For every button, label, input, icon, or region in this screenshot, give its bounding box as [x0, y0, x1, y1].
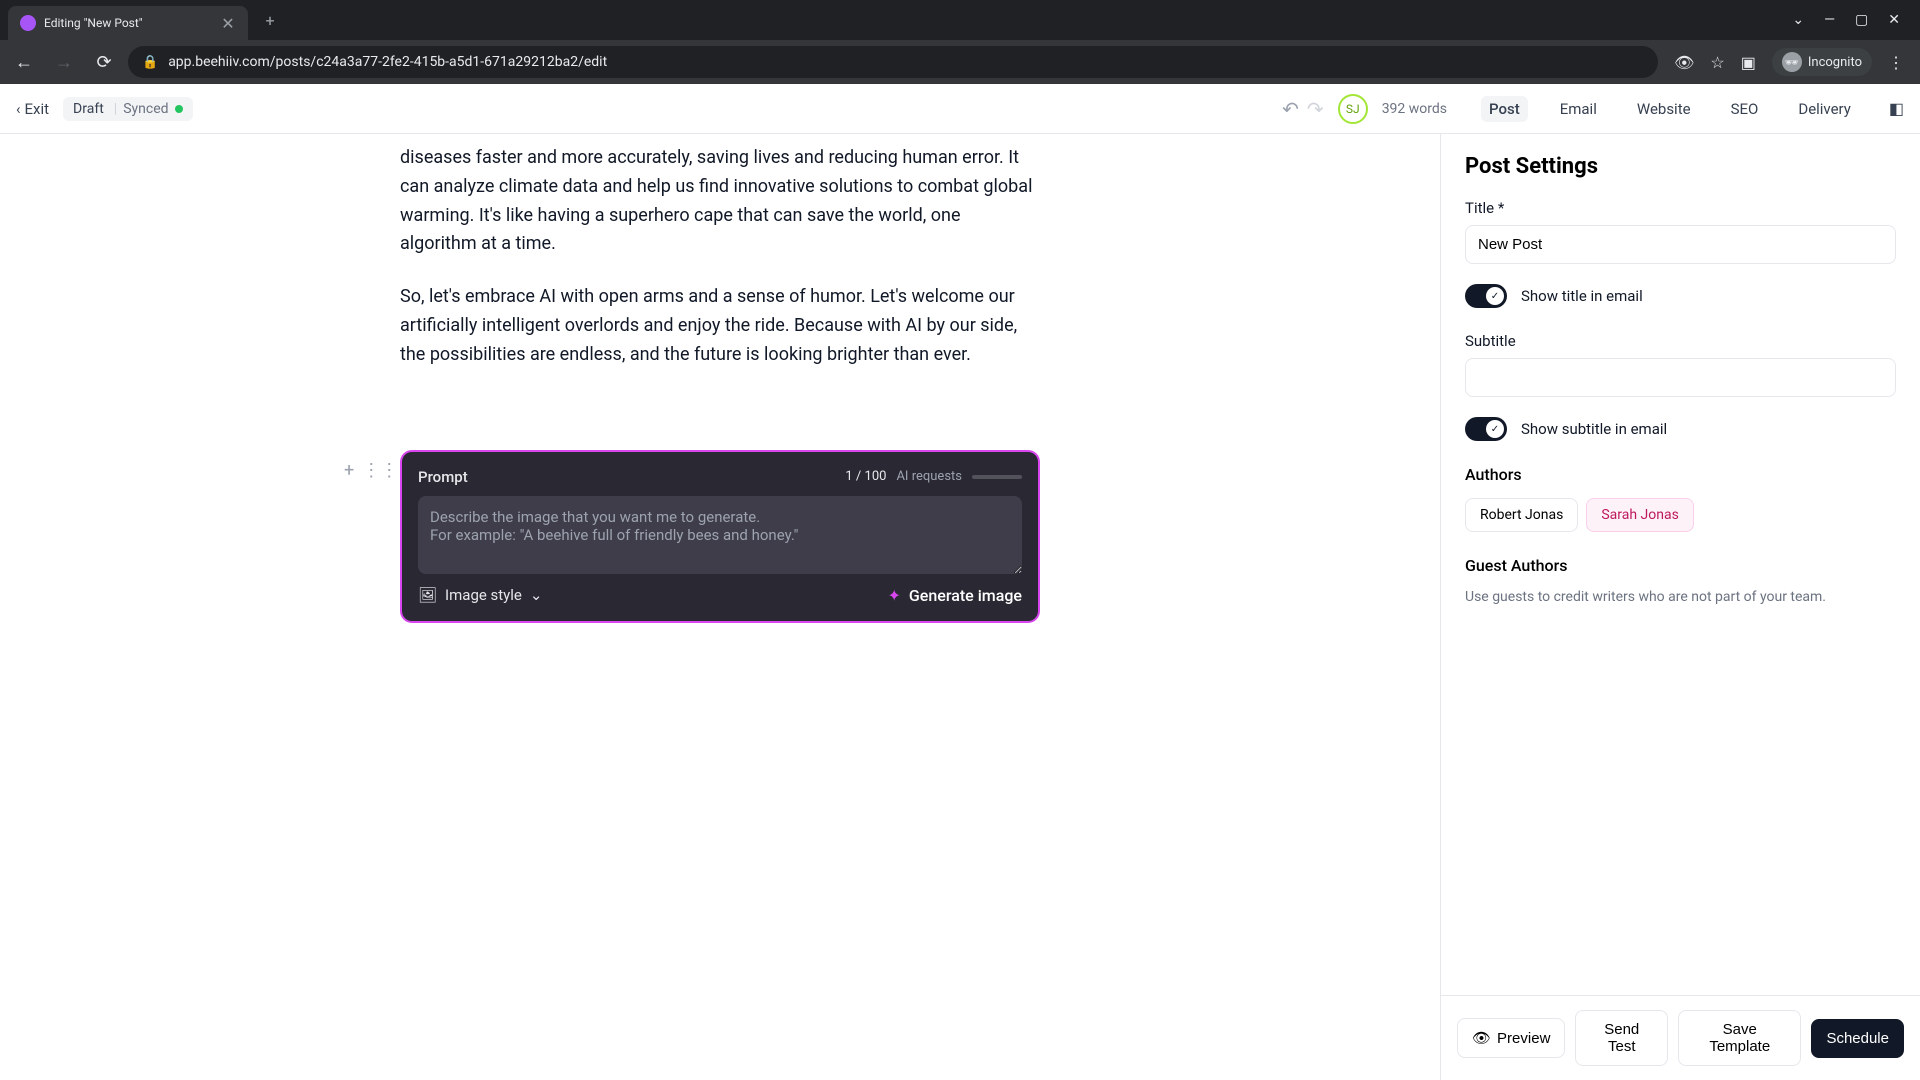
draft-status: Draft | Synced [63, 97, 192, 121]
editor-area[interactable]: diseases faster and more accurately, sav… [0, 134, 1440, 1080]
show-subtitle-label: Show subtitle in email [1521, 420, 1667, 438]
ai-usage-bar [972, 475, 1022, 479]
ai-requests-label: AI requests [896, 469, 962, 484]
title-label: Title * [1465, 199, 1896, 217]
check-icon: ✓ [1486, 287, 1504, 305]
paragraph[interactable]: So, let's embrace AI with open arms and … [400, 283, 1040, 369]
sidebar-heading: Post Settings [1465, 154, 1896, 179]
show-subtitle-toggle[interactable]: ✓ [1465, 417, 1507, 441]
incognito-label: Incognito [1808, 55, 1862, 70]
undo-button[interactable]: ↶ [1282, 97, 1299, 121]
star-icon[interactable]: ☆ [1710, 53, 1724, 72]
sidebar-toggle-icon[interactable]: ◧ [1889, 99, 1904, 118]
author-tag[interactable]: Sarah Jonas [1586, 498, 1693, 532]
avatar[interactable]: SJ [1338, 94, 1368, 124]
eye-icon: 👁 [1472, 1029, 1491, 1047]
save-template-button[interactable]: Save Template [1678, 1010, 1801, 1066]
tab-website[interactable]: Website [1629, 96, 1699, 122]
ai-image-prompt-block: Prompt 1 / 100 AI requests 🖼 Image style… [400, 450, 1040, 623]
image-style-dropdown[interactable]: 🖼 Image style ⌄ [418, 586, 542, 604]
generate-image-button[interactable]: ✦ Generate image [887, 586, 1022, 605]
sparkle-icon: ✦ [887, 586, 900, 605]
subtitle-label: Subtitle [1465, 332, 1896, 350]
send-test-button[interactable]: Send Test [1575, 1010, 1668, 1066]
synced-label: Synced [123, 101, 168, 117]
panel-icon[interactable]: ▣ [1741, 53, 1756, 72]
favicon-icon [20, 15, 36, 31]
prompt-label: Prompt [418, 468, 468, 486]
minimize-icon[interactable]: ― [1824, 12, 1835, 28]
author-tag[interactable]: Robert Jonas [1465, 498, 1578, 532]
window-controls: ⌄ ― ▢ ✕ [1792, 12, 1912, 28]
guest-authors-label: Guest Authors [1465, 556, 1896, 575]
sidebar-footer: 👁 Preview Send Test Save Template Schedu… [1441, 995, 1920, 1080]
generate-label: Generate image [909, 586, 1022, 605]
preview-button[interactable]: 👁 Preview [1457, 1018, 1565, 1058]
tab-title: Editing "New Post" [44, 16, 212, 30]
schedule-label: Schedule [1826, 1030, 1889, 1047]
tab-email[interactable]: Email [1552, 96, 1605, 122]
app-tabs: Post Email Website SEO Delivery [1481, 96, 1859, 122]
send-test-label: Send Test [1590, 1021, 1653, 1055]
close-window-icon[interactable]: ✕ [1888, 12, 1900, 28]
exit-label: Exit [25, 100, 50, 118]
forward-button[interactable]: → [48, 46, 80, 78]
subtitle-input[interactable] [1465, 358, 1896, 397]
paragraph[interactable]: diseases faster and more accurately, sav… [400, 144, 1040, 259]
tab-post[interactable]: Post [1481, 96, 1528, 122]
redo-button[interactable]: ↷ [1307, 97, 1324, 121]
title-input[interactable] [1465, 225, 1896, 264]
kebab-menu-icon[interactable]: ⋮ [1888, 53, 1904, 72]
browser-tab-bar: Editing "New Post" ✕ + ⌄ ― ▢ ✕ [0, 0, 1920, 40]
drag-handle-icon[interactable]: ⋮⋮ [362, 460, 398, 481]
app-top-bar: ‹ Exit Draft | Synced ↶ ↷ SJ 392 words P… [0, 84, 1920, 134]
sync-dot-icon [175, 105, 183, 113]
prompt-input[interactable] [418, 496, 1022, 574]
tab-seo[interactable]: SEO [1723, 96, 1767, 122]
draft-label: Draft [73, 101, 104, 117]
save-template-label: Save Template [1693, 1021, 1786, 1055]
settings-sidebar: Post Settings Title * ✓ Show title in em… [1440, 134, 1920, 1080]
back-button[interactable]: ← [8, 46, 40, 78]
url-field[interactable]: 🔒 app.beehiiv.com/posts/c24a3a77-2fe2-41… [128, 46, 1658, 78]
tab-delivery[interactable]: Delivery [1790, 96, 1859, 122]
show-title-toggle[interactable]: ✓ [1465, 284, 1507, 308]
word-count: 392 words [1382, 101, 1447, 117]
lock-icon: 🔒 [142, 55, 158, 70]
guest-authors-hint: Use guests to credit writers who are not… [1465, 589, 1896, 605]
new-tab-button[interactable]: + [256, 6, 284, 34]
avatar-initials: SJ [1346, 102, 1360, 116]
image-style-label: Image style [445, 586, 522, 604]
chevron-down-icon[interactable]: ⌄ [1792, 12, 1804, 28]
authors-label: Authors [1465, 465, 1896, 484]
image-icon: 🖼 [418, 586, 437, 604]
reload-button[interactable]: ⟳ [88, 46, 120, 78]
address-bar: ← → ⟳ 🔒 app.beehiiv.com/posts/c24a3a77-2… [0, 40, 1920, 84]
check-icon: ✓ [1486, 420, 1504, 438]
eye-off-icon[interactable]: 👁 [1674, 53, 1694, 72]
exit-button[interactable]: ‹ Exit [16, 100, 49, 118]
add-block-button[interactable]: + [344, 460, 354, 481]
incognito-icon: 🕶 [1782, 52, 1802, 72]
preview-label: Preview [1497, 1030, 1550, 1047]
ai-request-counter: 1 / 100 [845, 469, 886, 484]
url-text: app.beehiiv.com/posts/c24a3a77-2fe2-415b… [168, 54, 607, 70]
chevron-down-icon: ⌄ [530, 586, 543, 604]
schedule-button[interactable]: Schedule [1811, 1019, 1904, 1058]
maximize-icon[interactable]: ▢ [1855, 12, 1868, 28]
incognito-badge[interactable]: 🕶 Incognito [1772, 48, 1872, 76]
browser-tab[interactable]: Editing "New Post" ✕ [8, 6, 248, 40]
close-tab-icon[interactable]: ✕ [220, 15, 236, 31]
chevron-left-icon: ‹ [16, 100, 21, 118]
show-title-label: Show title in email [1521, 287, 1643, 305]
